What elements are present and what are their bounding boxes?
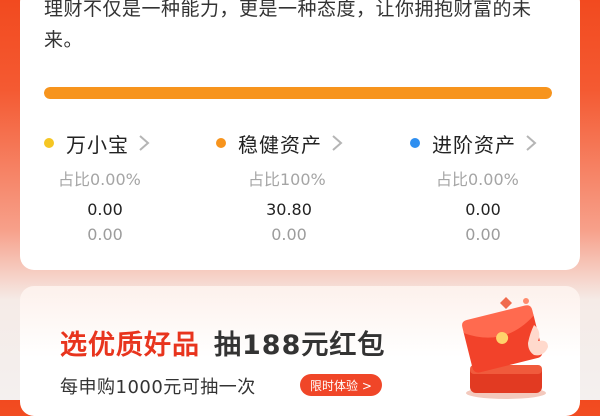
asset-amount: 30.80 (266, 200, 312, 219)
promo-title-reward: 抽188元红包 (214, 330, 386, 361)
asset-label: 万小宝 (66, 132, 129, 157)
asset-header[interactable]: 万小宝 (44, 128, 151, 158)
chevron-right-icon (526, 135, 537, 151)
asset-header[interactable]: 稳健资产 (216, 128, 344, 158)
asset-label: 进阶资产 (432, 132, 516, 157)
promo-subtitle: 每申购1000元可抽一次 (60, 377, 256, 398)
asset-secondary-amount: 0.00 (87, 225, 123, 244)
asset-dot (216, 138, 226, 148)
asset-amount: 0.00 (465, 200, 501, 219)
asset-dot (44, 138, 54, 148)
asset-label: 稳健资产 (238, 132, 322, 157)
allocation-bar (44, 87, 552, 99)
asset-secondary-amount: 0.00 (465, 225, 501, 244)
asset-dot (410, 138, 420, 148)
chevron-right-icon (332, 135, 343, 151)
promo-title-highlight: 选优质好品 (60, 330, 200, 361)
allocation-bar-fill (44, 87, 552, 99)
asset-ratio: 占比0.00% (58, 170, 141, 189)
asset-ratio: 占比100% (248, 170, 326, 189)
promo-title: 选优质好品 抽188元红包 (60, 323, 385, 362)
asset-secondary-amount: 0.00 (271, 225, 307, 244)
red-envelope-icon (462, 297, 548, 399)
asset-header[interactable]: 进阶资产 (410, 128, 538, 158)
asset-ratio: 占比0.00% (436, 170, 519, 189)
chevron-right-icon (139, 135, 150, 151)
intro-text: 理财不仅是一种能力，更是一种态度，让你拥抱财富的未来。 (44, 0, 532, 51)
asset-amount: 0.00 (87, 200, 123, 219)
limited-trial-button[interactable]: 限时体验 > (300, 374, 382, 396)
